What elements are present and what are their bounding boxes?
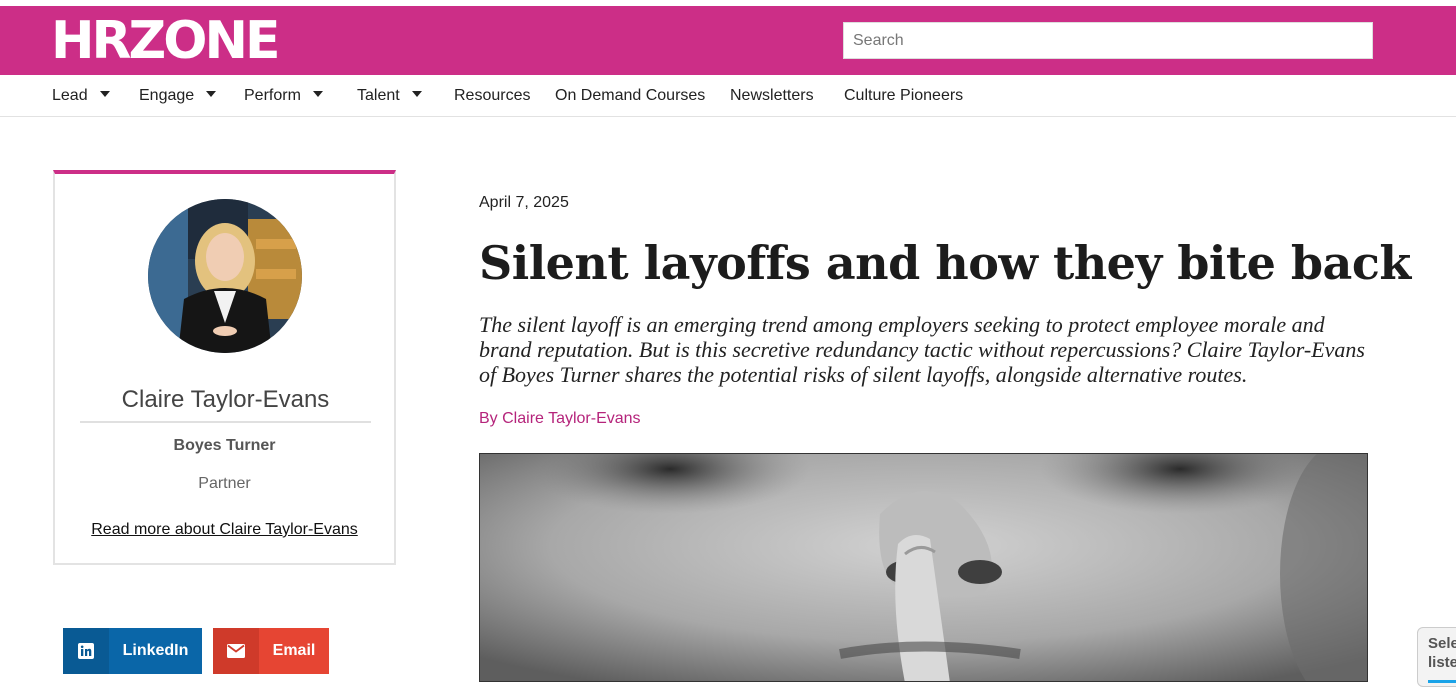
nav-item-perform[interactable]: Perform bbox=[244, 87, 323, 105]
widget-line-1: Sele bbox=[1428, 635, 1456, 652]
nav-item-lead[interactable]: Lead bbox=[52, 87, 110, 105]
linkedin-share-button[interactable]: LinkedIn bbox=[63, 628, 202, 674]
author-role: Partner bbox=[198, 475, 251, 492]
author-company: Boyes Turner bbox=[173, 437, 276, 454]
nav-item-newsletters[interactable]: Newsletters bbox=[730, 87, 814, 105]
nav-item-on-demand-courses[interactable]: On Demand Courses bbox=[555, 87, 705, 105]
byline-prefix: By bbox=[479, 410, 503, 427]
caret-down-icon bbox=[99, 90, 110, 97]
article-byline: By Claire Taylor-Evans bbox=[479, 410, 641, 428]
caret-down-icon bbox=[312, 90, 323, 97]
floating-widget[interactable]: Sele liste bbox=[1417, 627, 1456, 687]
article-date: April 7, 2025 bbox=[479, 194, 569, 211]
nav-label: Engage bbox=[139, 87, 195, 104]
envelope-icon bbox=[213, 628, 259, 674]
site-header: HRZONE bbox=[0, 6, 1456, 75]
byline-author-link[interactable]: Claire Taylor-Evans bbox=[502, 410, 640, 427]
widget-line-2: liste bbox=[1428, 654, 1456, 671]
search-input[interactable] bbox=[843, 22, 1373, 59]
linkedin-icon bbox=[63, 628, 109, 674]
nav-item-engage[interactable]: Engage bbox=[139, 87, 217, 105]
nav-label: Lead bbox=[52, 87, 88, 104]
caret-down-icon bbox=[206, 90, 217, 97]
nav-item-talent[interactable]: Talent bbox=[357, 87, 422, 105]
author-avatar bbox=[148, 199, 302, 353]
email-share-button[interactable]: Email bbox=[213, 628, 329, 674]
article-hero-image bbox=[479, 453, 1368, 682]
hrzone-logo[interactable]: HRZONE bbox=[51, 14, 281, 68]
nav-item-resources[interactable]: Resources bbox=[454, 87, 530, 105]
linkedin-label: LinkedIn bbox=[122, 642, 189, 659]
caret-down-icon bbox=[411, 90, 422, 97]
read-more-author-link[interactable]: Read more about Claire Taylor-Evans bbox=[55, 521, 394, 539]
article-title: Silent layoffs and how they bite back bbox=[479, 236, 1411, 290]
nav-item-culture-pioneers[interactable]: Culture Pioneers bbox=[844, 87, 963, 105]
author-name: Claire Taylor-Evans bbox=[80, 385, 371, 423]
author-card: Claire Taylor-Evans Boyes Turner Partner… bbox=[53, 170, 396, 565]
nav-label: Perform bbox=[244, 87, 301, 104]
email-label: Email bbox=[272, 642, 316, 659]
nav-label: Talent bbox=[357, 87, 400, 104]
main-nav: Lead Engage Perform Talent Resources On … bbox=[0, 75, 1456, 117]
article-standfirst: The silent layoff is an emerging trend a… bbox=[479, 312, 1365, 387]
